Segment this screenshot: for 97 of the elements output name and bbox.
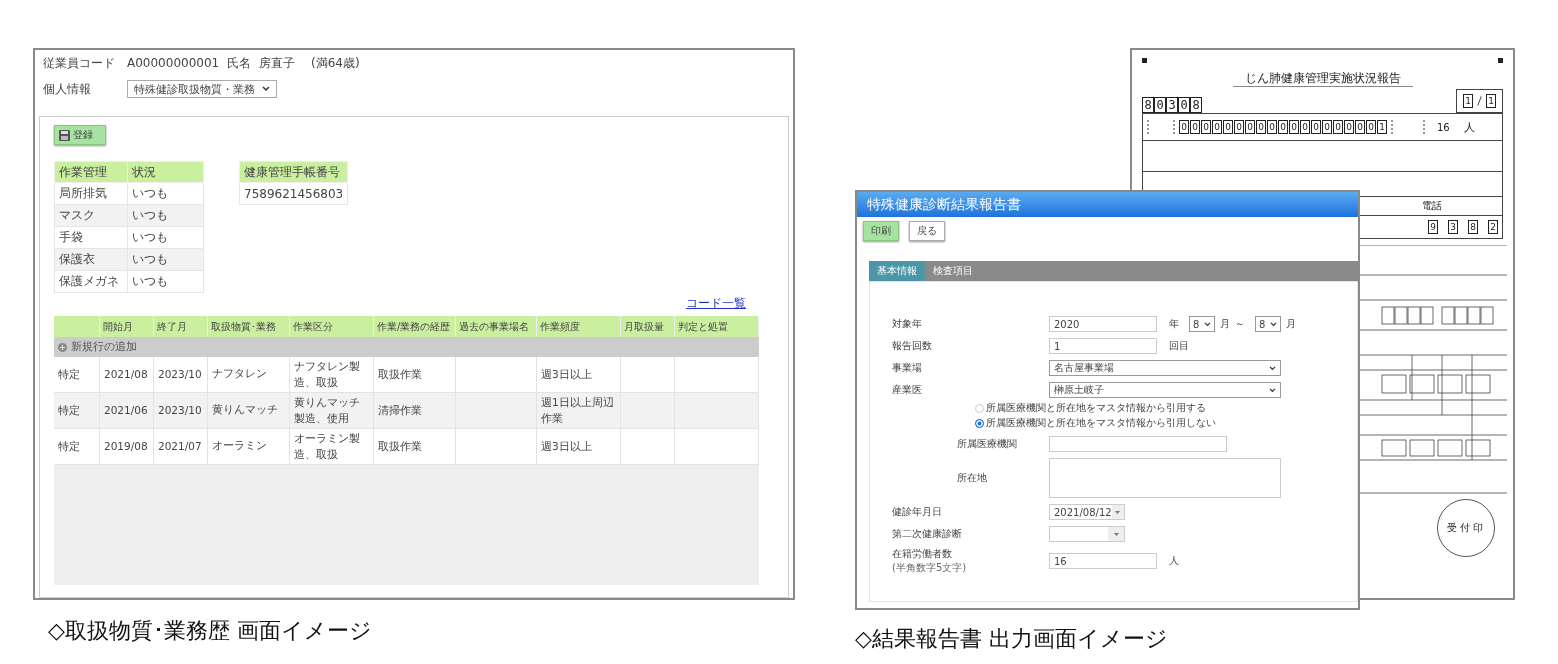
exam-date-field[interactable]: 2021/08/12 [1049,504,1125,520]
digit-box: 9 [1428,220,1438,234]
digit-box: 0 [1267,120,1277,134]
employee-code-label: 従業員コード [43,54,116,72]
personal-info-label: 個人情報 [43,80,92,98]
digit-box: 8 [1190,97,1202,113]
digit-box: 0 [1201,120,1211,134]
worker-count: 16 [1437,121,1450,133]
dialog-button[interactable]: 印刷 [863,221,899,241]
field-label: 在籍労働者数 [892,547,953,561]
digit-box: 0 [1333,120,1343,134]
unit-label: 年 [1169,317,1179,331]
field-note: (半角数字5文字) [892,561,968,575]
radio-label: 所属医療機関と所在地をマスタ情報から引用しない [986,417,1216,430]
caption: ◇取扱物質･業務歴 画面イメージ [47,617,373,645]
field-label: 事業場 [892,361,923,375]
table-cell: 週3日以上 [537,429,621,465]
digit-box: 0 [1154,97,1166,113]
radio-option[interactable]: 所属医療機関と所在地をマスタ情報から引用する [975,402,1357,415]
field-label: 対象年 [892,317,923,331]
table-cell: 手袋 [54,226,128,249]
range-sign: ～ [1235,317,1245,331]
personal-info-select[interactable]: 特殊健診取扱物質・業務 [127,80,277,98]
employee-name: 房直子 [259,54,296,72]
table-cell: 2021/07 [154,429,208,465]
phone-label: 電話 [1422,199,1442,213]
field-label: 所属医療機関 [957,437,1018,451]
page-number: 1 [1463,94,1473,108]
field-label: 報告回数 [892,339,933,353]
digit-box: 0 [1322,120,1332,134]
digit-box: 0 [1355,120,1365,134]
dialog-title: 特殊健康診断結果報告書 [867,195,1021,214]
column-header: 作業管理 [54,161,128,183]
table-cell: 保護衣 [54,248,128,271]
digit-box: 0 [1278,120,1288,134]
digit-box: 0 [1344,120,1354,134]
digit-box: 0 [1311,120,1321,134]
unit-label: 月 [1286,317,1296,331]
radio-option[interactable]: 所属医療機関と所在地をマスタ情報から引用しない [975,417,1357,430]
unit-label: 人 [1169,554,1179,568]
dialog-button[interactable]: 戻る [909,221,945,241]
field-label: 所在地 [957,471,988,485]
document-title: じん肺健康管理実施状況報告 [1232,71,1413,87]
month-select[interactable]: 8 [1189,316,1215,332]
digit-box: 0 [1223,120,1233,134]
code-list-link[interactable]: コード一覧 [686,295,746,312]
year-field[interactable]: 2020 [1049,316,1157,332]
digit-box: 1 [1377,120,1387,134]
table-cell: 特定 [54,429,100,465]
digit-box: 0 [1289,120,1299,134]
table-cell: 取扱作業 [374,429,456,465]
digit-box: 0 [1179,120,1189,134]
field-label: 健診年月日 [892,505,943,519]
table-cell: 7589621456803 [239,182,348,205]
digit-box: 0 [1256,120,1266,134]
name-label: 氏名 [227,54,252,72]
table-cell: マスク [54,204,128,227]
unit-label: 回目 [1169,339,1189,353]
digit-box: 0 [1366,120,1376,134]
digit-box: 2 [1488,220,1498,234]
table-cell: いつも [127,226,204,249]
table-cell: 局所排気 [54,182,128,205]
employee-code: A00000000001 [127,56,221,70]
employee-age: (満64歳) [311,54,360,72]
add-row-bar[interactable]: 新規行の追加 [54,337,759,357]
register-button[interactable]: 登録 [54,125,106,145]
report-count-field[interactable]: 1 [1049,338,1157,354]
table-cell: オーラミン [208,429,290,465]
doctor-select[interactable]: 榊原土岐子 [1049,382,1281,398]
digit-box: 3 [1166,97,1178,113]
digit-box: 0 [1178,97,1190,113]
digit-box: 0 [1245,120,1255,134]
digit-box: 0 [1234,120,1244,134]
month-select[interactable]: 8 [1255,316,1281,332]
workplace-select[interactable]: 名古屋事業場 [1049,360,1281,376]
digit-box: 8 [1142,97,1154,113]
table-cell: いつも [127,182,204,205]
add-row-label: 新規行の追加 [71,340,137,354]
digit-box: 3 [1448,220,1458,234]
column-header: 健康管理手帳番号 [239,161,348,183]
digit-box: 0 [1300,120,1310,134]
table-cell: オーラミン製造、取扱 [290,429,374,465]
total-pages: 1 [1486,94,1496,108]
caption: ◇結果報告書 出力画面イメージ [855,625,1169,653]
table-cell: いつも [127,270,204,293]
radio-label: 所属医療機関と所在地をマスタ情報から引用する [986,402,1206,415]
worker-count-field[interactable]: 16 [1049,553,1157,569]
unit-label: 月 [1220,317,1230,331]
unit-label: 人 [1463,119,1475,135]
digit-box: 8 [1468,220,1478,234]
column-header: 状況 [127,161,204,183]
digit-box: 0 [1212,120,1222,134]
table-cell: 保護メガネ [54,270,128,293]
table-cell: 2019/08 [100,429,154,465]
field-label: 第二次健康診断 [892,527,963,541]
digit-box: 0 [1190,120,1200,134]
field-label: 産業医 [892,383,923,397]
